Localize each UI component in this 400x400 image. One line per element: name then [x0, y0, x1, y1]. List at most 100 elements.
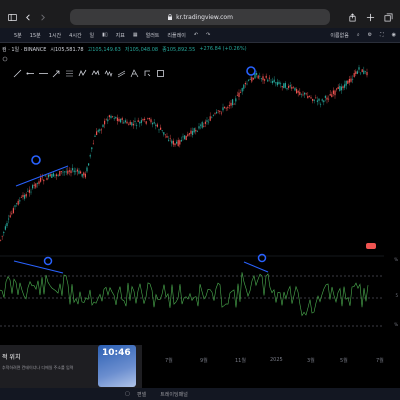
- candle-body: [305, 93, 307, 95]
- price-label-badge[interactable]: [366, 243, 376, 249]
- candle-body: [366, 71, 368, 76]
- candle-body: [252, 78, 254, 80]
- legend-high: 고105,149.63: [87, 46, 121, 53]
- settings-icon[interactable]: ⚙: [364, 32, 376, 38]
- alert-button[interactable]: 얼러트: [142, 32, 164, 39]
- candle-body: [312, 99, 314, 101]
- tabs-overview-icon[interactable]: [384, 13, 393, 22]
- interval-1d[interactable]: 일: [86, 32, 99, 39]
- trendline-rsi-1[interactable]: [13, 260, 64, 274]
- marker-circle-4[interactable]: [257, 253, 267, 263]
- x-label: 9월: [200, 358, 208, 364]
- candle-body: [166, 135, 168, 138]
- new-tab-icon[interactable]: [366, 13, 375, 22]
- sidebar-icon[interactable]: [8, 13, 17, 22]
- trendline-rsi-2[interactable]: [243, 261, 269, 273]
- candle-body: [196, 131, 198, 132]
- candle-body: [136, 125, 138, 126]
- share-icon[interactable]: [348, 13, 357, 22]
- replay-button[interactable]: 리플레이: [163, 32, 189, 39]
- candle-body: [75, 171, 77, 172]
- panel-icon[interactable]: ▢: [122, 391, 134, 397]
- candle-body: [307, 95, 309, 99]
- candle-body: [176, 141, 178, 144]
- layout-name[interactable]: 이름없음: [326, 32, 352, 39]
- redo-icon[interactable]: ↷: [202, 32, 214, 38]
- candle-body: [120, 119, 122, 123]
- url-bar[interactable]: kr.tradingview.com: [70, 9, 330, 25]
- candle-body: [211, 117, 213, 119]
- x-label: 5월: [340, 358, 348, 364]
- interval-5m[interactable]: 5분: [10, 32, 26, 39]
- candle-body: [25, 194, 27, 197]
- candle-body: [32, 185, 34, 189]
- candle-body: [195, 129, 197, 132]
- candle-body: [278, 81, 280, 85]
- notification-thumbnail[interactable]: 10:46: [98, 345, 136, 387]
- tab-panel[interactable]: 편넬: [134, 391, 149, 398]
- symbol-title[interactable]: 컴 · 1일 · BINANCE: [2, 46, 46, 53]
- candle-body: [131, 122, 133, 126]
- layout-icon[interactable]: ▦: [129, 32, 142, 38]
- tab-trading-panel[interactable]: 트레이딩패널: [157, 391, 191, 398]
- candle-body: [168, 139, 170, 141]
- candle-body: [78, 170, 80, 174]
- watch-subtitle: 추적하려면 컨테이너나 디에일 주소를 입력: [2, 365, 74, 370]
- candle-body: [70, 170, 72, 174]
- candle-body: [43, 179, 45, 182]
- candle-body: [104, 120, 106, 125]
- candle-body: [72, 168, 74, 171]
- candle-body: [320, 103, 322, 105]
- fullscreen-icon[interactable]: ⛶: [376, 32, 388, 38]
- candle-body: [88, 163, 90, 166]
- candle-body: [169, 138, 171, 140]
- candle-body: [243, 84, 245, 89]
- interval-4h[interactable]: 4시간: [65, 32, 85, 39]
- undo-icon[interactable]: ↶: [190, 32, 202, 38]
- candle-body: [171, 140, 173, 144]
- chart-type-icon[interactable]: ▮▯: [98, 32, 112, 38]
- candle-body: [212, 115, 214, 116]
- candle-body: [337, 86, 339, 89]
- candle-body: [324, 95, 326, 98]
- candle-body: [65, 171, 67, 173]
- candle-body: [219, 110, 221, 112]
- candle-body: [241, 88, 243, 92]
- trendline-price-1[interactable]: [15, 165, 69, 187]
- back-icon[interactable]: [24, 13, 33, 22]
- marker-circle-3[interactable]: [43, 256, 53, 266]
- candle-body: [260, 78, 262, 79]
- interval-1h[interactable]: 1시간: [45, 32, 65, 39]
- candle-body: [286, 88, 288, 90]
- candle-body: [329, 93, 331, 96]
- candle-body: [190, 130, 192, 134]
- interval-15m[interactable]: 15분: [26, 32, 45, 39]
- candle-body: [57, 174, 59, 176]
- candle-body: [1, 235, 3, 237]
- candle-body: [60, 171, 62, 172]
- chart-area[interactable]: [0, 54, 400, 357]
- candle-body: [22, 194, 24, 198]
- candle-body: [238, 92, 240, 97]
- marker-circle-2[interactable]: [246, 66, 256, 76]
- candle-body: [280, 83, 282, 85]
- marker-circle-1[interactable]: [31, 155, 41, 165]
- candle-body: [121, 118, 123, 120]
- candle-body: [11, 213, 13, 215]
- candle-body: [291, 86, 293, 89]
- candle-body: [249, 79, 251, 80]
- candle-body: [206, 120, 208, 122]
- indicators-button[interactable]: 지표: [112, 32, 129, 39]
- candle-body: [20, 197, 22, 198]
- candle-body: [339, 85, 341, 91]
- candle-body: [201, 122, 203, 128]
- search-icon[interactable]: ⌕: [353, 32, 364, 38]
- candle-body: [147, 118, 149, 119]
- camera-icon[interactable]: ◉: [388, 32, 400, 38]
- candle-body: [356, 71, 358, 74]
- candle-body: [156, 124, 158, 127]
- forward-icon[interactable]: [38, 13, 47, 22]
- candle-body: [145, 121, 147, 124]
- candle-body: [294, 87, 296, 91]
- candle-body: [107, 119, 109, 122]
